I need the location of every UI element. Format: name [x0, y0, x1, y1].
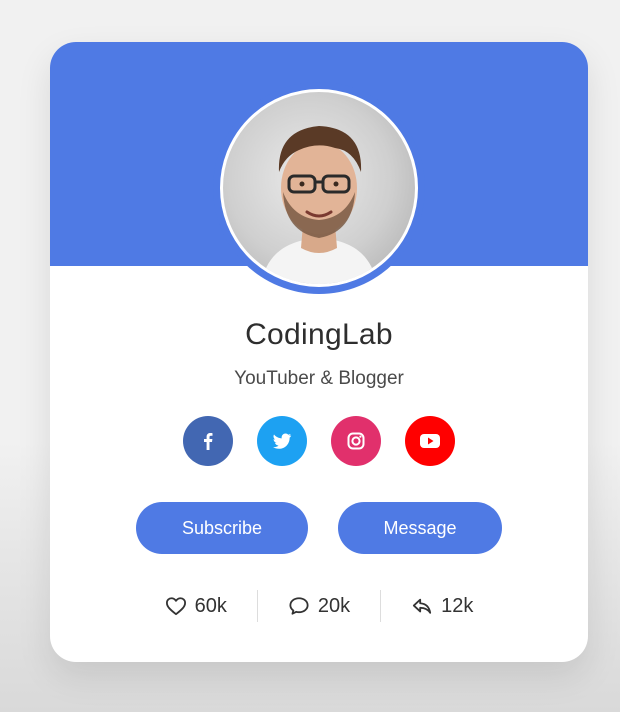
comments-stat[interactable]: 20k [258, 595, 380, 618]
comment-icon [289, 597, 309, 615]
instagram-link[interactable] [331, 416, 381, 466]
profile-role: YouTuber & Blogger [234, 368, 404, 389]
facebook-link[interactable] [183, 416, 233, 466]
facebook-icon [204, 433, 213, 450]
instagram-icon [347, 432, 365, 450]
twitter-icon [273, 433, 292, 449]
comments-count: 20k [317, 594, 351, 617]
stats-row: 60k 20k 12k [50, 590, 588, 622]
share-icon [413, 598, 432, 614]
likes-count: 60k [194, 594, 227, 617]
heart-icon [165, 597, 186, 616]
profile-card: CodingLab YouTuber & Blogger Subscribe M… [50, 42, 588, 662]
subscribe-button[interactable]: Subscribe [136, 502, 308, 554]
avatar-ring [213, 82, 425, 294]
message-button[interactable]: Message [338, 502, 502, 554]
social-links [50, 416, 588, 466]
youtube-link[interactable] [405, 416, 455, 466]
action-buttons: Subscribe Message [50, 502, 588, 554]
youtube-icon [420, 434, 440, 448]
profile-name: CodingLab [245, 318, 393, 351]
twitter-link[interactable] [257, 416, 307, 466]
likes-stat[interactable]: 60k [135, 595, 257, 618]
avatar [220, 89, 418, 287]
shares-stat[interactable]: 12k [381, 595, 503, 618]
shares-count: 12k [441, 594, 474, 617]
